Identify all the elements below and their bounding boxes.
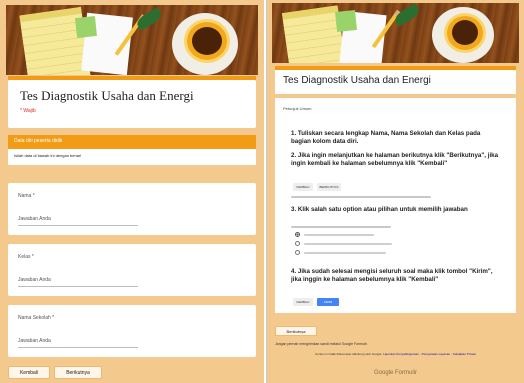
question-card-nama: Nama * Jawaban Anda <box>8 183 256 235</box>
answer-input-kelas[interactable]: Jawaban Anda <box>18 277 138 287</box>
blurred-option <box>304 243 392 245</box>
question-card-kelas: Kelas * Jawaban Anda <box>8 244 256 296</box>
example-radio <box>295 241 300 246</box>
answer-input-sekolah[interactable]: Jawaban Anda <box>18 338 138 348</box>
example-submit-button: KIRIM <box>317 298 339 306</box>
section-description: Isilah data di bawah ini dengan benar! <box>8 149 256 165</box>
section-title: Petunjuk Umum <box>283 106 312 111</box>
instruction-4: 4. Jika sudah selesai mengisi seluruh so… <box>291 268 493 283</box>
header-banner-image <box>272 3 519 63</box>
instruction-2: 2. Jika ingin melanjutkan ke halaman ber… <box>291 152 499 167</box>
answer-input-nama[interactable]: Jawaban Anda <box>18 216 138 226</box>
example-radio-selected <box>295 232 300 237</box>
instruction-1: 1. Tuliskan secara lengkap Nama, Nama Se… <box>291 130 481 145</box>
form-title: Tes Diagnostik Usaha dan Energi <box>20 88 194 103</box>
blurred-question <box>291 226 391 228</box>
google-forms-logo: Google Formulir <box>373 370 417 376</box>
header-banner-image <box>6 5 258 75</box>
blurred-option <box>304 234 374 236</box>
report-abuse-link[interactable]: Laporkan Penyalahgunaan <box>383 352 419 356</box>
left-form-screenshot: Tes Diagnostik Usaha dan Energi * Wajib … <box>0 0 264 383</box>
question-label: Nama Sekolah * <box>18 315 55 321</box>
example-back-button: KEMBALI <box>293 183 313 191</box>
example-radio <box>295 250 300 255</box>
section-header: Data diri peserta didik <box>8 135 256 149</box>
instructions-card: Petunjuk Umum 1. Tuliskan secara lengkap… <box>275 98 516 313</box>
password-warning: Jangan pernah mengirimkan sandi melalui … <box>275 342 368 346</box>
example-back-button-2: KEMBALI <box>293 298 313 306</box>
footer-text: Konten ini tidak dibuat atau didukung ol… <box>315 352 383 356</box>
next-button[interactable]: Berikutnya <box>275 326 317 336</box>
terms-link[interactable]: Persyaratan Layanan <box>422 352 451 356</box>
question-card-sekolah: Nama Sekolah * Jawaban Anda <box>8 305 256 357</box>
form-title-card: Tes Diagnostik Usaha dan Energi * Wajib <box>8 80 256 128</box>
form-title: Tes Diagnostik Usaha dan Energi <box>275 70 516 94</box>
blurred-divider <box>291 196 431 198</box>
next-button[interactable]: Berikutnya <box>54 366 102 379</box>
privacy-link[interactable]: Kebijakan Privasi <box>453 352 476 356</box>
example-next-button: BERIKUTNYA <box>317 183 341 191</box>
blurred-option <box>304 252 386 254</box>
question-label: Kelas * <box>18 254 34 260</box>
required-note: * Wajib <box>20 108 36 114</box>
right-form-screenshot: Tes Diagnostik Usaha dan Energi Petunjuk… <box>266 0 524 383</box>
footer: Konten ini tidak dibuat atau didukung ol… <box>315 352 476 356</box>
back-button[interactable]: Kembali <box>8 366 50 379</box>
instruction-3: 3. Klik salah satu option atau pilihan u… <box>291 206 468 213</box>
question-label: Nama * <box>18 193 35 199</box>
